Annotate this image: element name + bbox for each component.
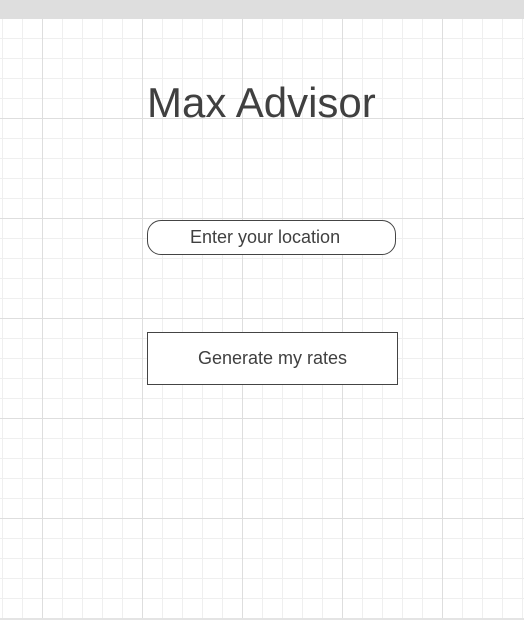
top-bar	[0, 0, 524, 18]
app-title: Max Advisor	[147, 79, 376, 126]
generate-rates-button[interactable]: Generate my rates	[147, 332, 398, 385]
location-input[interactable]	[147, 220, 396, 255]
